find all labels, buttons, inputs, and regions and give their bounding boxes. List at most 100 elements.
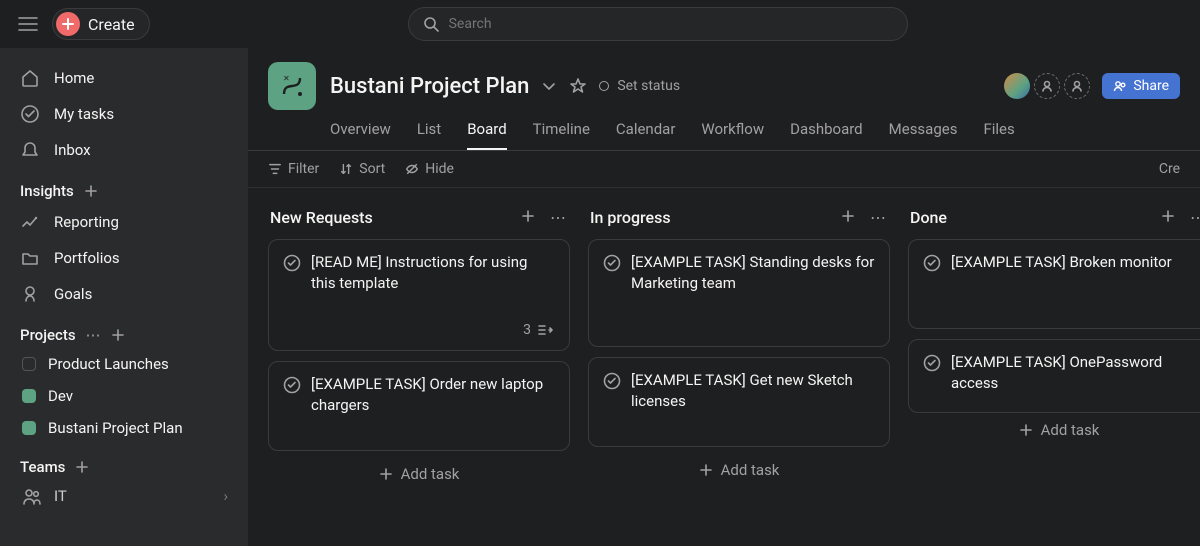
sidebar-item-portfolios[interactable]: Portfolios xyxy=(0,240,248,276)
sidebar-item-inbox[interactable]: Inbox xyxy=(0,132,248,168)
add-card-button[interactable] xyxy=(520,208,536,227)
tab-messages[interactable]: Messages xyxy=(889,120,958,150)
add-insight-button[interactable] xyxy=(84,184,98,198)
check-circle-icon[interactable] xyxy=(923,254,941,272)
sidebar-label: Reporting xyxy=(54,213,119,231)
check-circle-icon[interactable] xyxy=(283,376,301,394)
board-column: Done ⋯ [EXAMPLE TASK] Broken monitor xyxy=(908,204,1200,546)
create-button[interactable]: Create xyxy=(52,8,150,40)
menu-button[interactable] xyxy=(12,8,44,40)
set-status-button[interactable]: Set status xyxy=(599,78,680,94)
sidebar-project[interactable]: Bustani Project Plan xyxy=(0,412,248,444)
project-name: Dev xyxy=(48,387,73,405)
filter-button[interactable]: Filter xyxy=(268,161,319,177)
add-member-button[interactable] xyxy=(1064,73,1090,99)
add-card-button[interactable] xyxy=(840,208,856,227)
tab-files[interactable]: Files xyxy=(983,120,1014,150)
sidebar-project[interactable]: Dev xyxy=(0,380,248,412)
search-input[interactable] xyxy=(449,16,893,32)
sidebar: Home My tasks Inbox Insights Reporting P… xyxy=(0,48,248,546)
task-card[interactable]: [READ ME] Instructions for using this te… xyxy=(268,239,570,351)
board-column: In progress ⋯ [EXAMPLE TASK] Standing de… xyxy=(588,204,890,546)
sidebar-item-goals[interactable]: Goals xyxy=(0,276,248,312)
chevron-right-icon: › xyxy=(223,487,228,505)
board-toolbar: Filter Sort Hide Cre xyxy=(248,151,1200,188)
team-icon xyxy=(22,487,42,505)
add-task-label: Add task xyxy=(401,465,460,483)
member-stack: Share xyxy=(1004,73,1180,99)
column-more-button[interactable]: ⋯ xyxy=(1190,208,1200,227)
section-label: Teams xyxy=(20,458,65,476)
page-title: Bustani Project Plan xyxy=(330,74,529,99)
sidebar-team[interactable]: IT › xyxy=(0,480,248,512)
task-title: [EXAMPLE TASK] Get new Sketch licenses xyxy=(631,370,875,412)
add-team-button[interactable] xyxy=(75,460,89,474)
tab-timeline[interactable]: Timeline xyxy=(533,120,590,150)
sidebar-label: Home xyxy=(54,69,94,87)
add-card-button[interactable] xyxy=(1160,208,1176,227)
tab-calendar[interactable]: Calendar xyxy=(616,120,676,150)
task-card[interactable]: [EXAMPLE TASK] Order new laptop chargers xyxy=(268,361,570,451)
task-card[interactable]: [EXAMPLE TASK] Standing desks for Market… xyxy=(588,239,890,347)
filter-label: Filter xyxy=(288,161,319,177)
status-label: Set status xyxy=(617,78,680,94)
section-projects: Projects ⋯ xyxy=(0,312,248,348)
share-button[interactable]: Share xyxy=(1102,73,1180,99)
check-circle-icon[interactable] xyxy=(603,372,621,390)
tabs: Overview List Board Timeline Calendar Wo… xyxy=(248,110,1200,151)
projects-more-button[interactable]: ⋯ xyxy=(86,326,101,344)
subtask-count: 3 xyxy=(523,322,531,338)
sidebar-item-home[interactable]: Home xyxy=(0,60,248,96)
user-icon xyxy=(1071,80,1083,92)
add-task-button[interactable]: Add task xyxy=(588,447,890,485)
hide-button[interactable]: Hide xyxy=(405,161,454,177)
search-icon xyxy=(423,16,439,32)
add-task-button[interactable]: Add task xyxy=(908,413,1200,445)
add-member-button[interactable] xyxy=(1034,73,1060,99)
sidebar-label: Inbox xyxy=(54,141,91,159)
tab-list[interactable]: List xyxy=(417,120,441,150)
avatar[interactable] xyxy=(1004,73,1030,99)
sidebar-label: Portfolios xyxy=(54,249,120,267)
sidebar-project[interactable]: Product Launches xyxy=(0,348,248,380)
tab-board[interactable]: Board xyxy=(467,120,506,150)
task-card[interactable]: [EXAMPLE TASK] Get new Sketch licenses xyxy=(588,357,890,447)
goals-icon xyxy=(20,284,40,304)
project-swatch xyxy=(22,421,36,435)
user-icon xyxy=(1041,80,1053,92)
sidebar-label: Goals xyxy=(54,285,92,303)
sort-button[interactable]: Sort xyxy=(339,161,385,177)
people-icon xyxy=(1113,79,1127,93)
status-dot-icon xyxy=(599,81,609,91)
plus-icon xyxy=(379,467,393,481)
subtask-icon xyxy=(537,323,555,337)
tab-overview[interactable]: Overview xyxy=(330,120,391,150)
home-icon xyxy=(20,68,40,88)
task-title: [EXAMPLE TASK] OnePassword access xyxy=(951,352,1195,394)
sidebar-item-reporting[interactable]: Reporting xyxy=(0,204,248,240)
project-name: Bustani Project Plan xyxy=(48,419,183,437)
filter-icon xyxy=(268,162,282,176)
column-more-button[interactable]: ⋯ xyxy=(550,208,566,227)
chevron-down-icon[interactable] xyxy=(541,78,557,94)
folder-icon xyxy=(20,248,40,268)
tab-workflow[interactable]: Workflow xyxy=(701,120,764,150)
sidebar-item-mytasks[interactable]: My tasks xyxy=(0,96,248,132)
task-card[interactable]: [EXAMPLE TASK] Broken monitor xyxy=(908,239,1200,329)
flow-icon: ✕ xyxy=(278,72,306,100)
check-circle-icon[interactable] xyxy=(603,254,621,272)
tab-dashboard[interactable]: Dashboard xyxy=(790,120,863,150)
task-card[interactable]: [EXAMPLE TASK] OnePassword access xyxy=(908,339,1200,413)
add-project-button[interactable] xyxy=(111,328,125,342)
section-teams: Teams xyxy=(0,444,248,480)
column-more-button[interactable]: ⋯ xyxy=(870,208,886,227)
star-icon[interactable] xyxy=(569,77,587,95)
toolbar-overflow[interactable]: Cre xyxy=(1159,161,1180,177)
search-box[interactable] xyxy=(408,7,908,41)
title-block: Bustani Project Plan Set status xyxy=(330,74,680,99)
check-circle-icon[interactable] xyxy=(923,354,941,372)
column-title: In progress xyxy=(590,208,671,227)
plus-icon xyxy=(699,463,713,477)
add-task-button[interactable]: Add task xyxy=(268,451,570,489)
check-circle-icon[interactable] xyxy=(283,254,301,272)
